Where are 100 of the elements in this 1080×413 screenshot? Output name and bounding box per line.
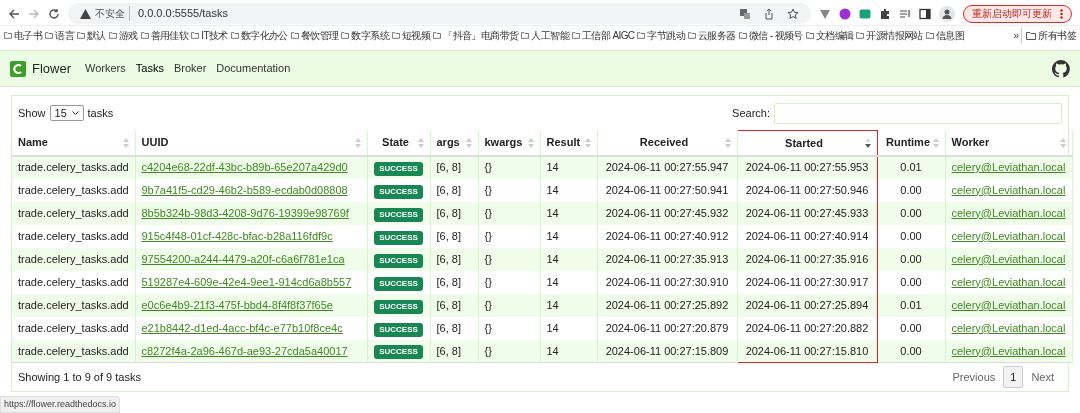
bookmark[interactable]: 云服务器: [688, 28, 736, 43]
table-cell: 2024-06-11 00:27:55.953: [745, 161, 869, 174]
table-link[interactable]: celery@Leviathan.local: [951, 298, 1066, 311]
folder-icon: [341, 32, 350, 39]
extension-icon[interactable]: [819, 7, 831, 20]
bookmark[interactable]: IT技术: [191, 28, 228, 43]
folder-icon: [433, 32, 442, 39]
previous-link[interactable]: Previous: [944, 368, 1004, 386]
url-text: 0.0.0.0:5555/tasks: [138, 6, 228, 22]
table-cell: 2024-06-11 00:27:55.947: [605, 161, 729, 174]
column-header[interactable]: args: [430, 130, 478, 156]
bookmark[interactable]: 微信 - 视频号: [738, 28, 803, 43]
table-cell: [6, 8]: [436, 206, 461, 219]
puzzle-icon[interactable]: [879, 7, 891, 20]
folder-icon: [521, 32, 530, 39]
back-icon[interactable]: [8, 7, 20, 20]
table-link[interactable]: celery@Leviathan.local: [951, 206, 1066, 219]
table-cell: 0.00: [900, 229, 922, 242]
nav-link[interactable]: Broker: [173, 60, 207, 77]
bookmark[interactable]: 开源情报网站: [856, 28, 923, 43]
bookmark[interactable]: 信息图: [925, 28, 964, 43]
state-badge: SUCCESS: [374, 276, 423, 291]
table-cell: 14: [546, 183, 559, 196]
column-header[interactable]: Runtime: [877, 130, 945, 156]
status-bar: https://flower.readthedocs.io: [0, 395, 121, 413]
star-icon[interactable]: [787, 7, 799, 20]
table-link[interactable]: celery@Leviathan.local: [951, 229, 1066, 242]
bookmark[interactable]: 字节跳动: [637, 28, 686, 43]
bookmark[interactable]: 善用佳软: [140, 28, 189, 43]
github-icon[interactable]: [1052, 59, 1070, 78]
nav-link[interactable]: Workers: [85, 60, 126, 77]
table-link[interactable]: 915c4f48-01cf-428c-bfac-b28a116fdf9c: [141, 229, 333, 242]
brand-name[interactable]: Flower: [32, 58, 71, 79]
bookmark[interactable]: 数字化办公: [230, 28, 288, 43]
table-cell: 0.01: [900, 161, 922, 174]
extension-icon[interactable]: [839, 7, 851, 20]
table-link[interactable]: celery@Leviathan.local: [951, 252, 1066, 265]
table-link[interactable]: celery@Leviathan.local: [951, 183, 1066, 196]
update-button[interactable]: 重新启动即可更新: [963, 4, 1072, 23]
table-link[interactable]: e0c6e4b9-21f3-475f-bbd4-8f4f8f37f65e: [141, 298, 333, 311]
folder-icon: [572, 32, 580, 39]
table-cell: {}: [484, 229, 492, 242]
bookmark[interactable]: 游戏: [108, 28, 138, 43]
column-header[interactable]: Worker: [945, 130, 1072, 156]
bookmark[interactable]: 所有书签: [1021, 28, 1076, 43]
page-size-select[interactable]: 15: [49, 105, 84, 121]
bookmark[interactable]: 电子书: [4, 28, 43, 43]
table-link[interactable]: 97554200-a244-4479-a20f-c6a6f781e1ca: [141, 252, 345, 265]
folder-icon: [392, 32, 400, 39]
bookmark[interactable]: 默认: [77, 28, 106, 43]
bookmark[interactable]: 工信部 AIGC: [572, 28, 635, 43]
extension-icon[interactable]: [859, 7, 871, 20]
table-link[interactable]: celery@Leviathan.local: [951, 344, 1066, 357]
share-icon[interactable]: [763, 7, 775, 20]
bookmark[interactable]: 语言: [45, 28, 74, 43]
state-badge: SUCCESS: [374, 253, 423, 268]
table-link[interactable]: c8272f4a-2a96-467d-ae93-27cda5a40017: [141, 344, 348, 357]
next-link[interactable]: Next: [1023, 368, 1062, 386]
table-link[interactable]: c4204e68-22df-43bc-b89b-65e207a429d0: [141, 161, 348, 174]
table-link[interactable]: celery@Leviathan.local: [951, 161, 1066, 174]
state-badge: SUCCESS: [374, 162, 423, 176]
table-link[interactable]: celery@Leviathan.local: [951, 321, 1066, 334]
table-cell: 2024-06-11 00:27:40.914: [745, 229, 869, 242]
bookmark[interactable]: 短视频: [392, 28, 431, 43]
column-header[interactable]: Started: [737, 130, 877, 156]
sidebar-icon[interactable]: [919, 7, 931, 20]
logo-icon: [10, 60, 26, 77]
address-bar[interactable]: 不安全 0.0.0.0:5555/tasks: [68, 3, 811, 24]
column-header[interactable]: kwargs: [478, 130, 540, 156]
table-link[interactable]: 519287e4-609e-42e4-9ee1-914cd6a8b557: [141, 275, 352, 288]
table-link[interactable]: 9b7a41f5-cd29-46b2-b589-ecdab0d08808: [141, 183, 348, 196]
table-cell: [6, 8]: [436, 298, 461, 311]
column-header[interactable]: Received: [597, 130, 737, 156]
folder-icon: [637, 32, 646, 39]
table-link[interactable]: celery@Leviathan.local: [951, 275, 1066, 288]
table-cell: 14: [546, 229, 559, 242]
profile-icon[interactable]: [939, 5, 955, 22]
column-header[interactable]: UUID: [135, 130, 367, 156]
table-cell: trade.celery_tasks.add: [18, 229, 129, 242]
bookmark[interactable]: 文档编辑: [805, 28, 854, 43]
page-button[interactable]: 1: [1003, 365, 1024, 389]
table-link[interactable]: e21b8442-d1ed-4acc-bf4c-e77b10f8ce4c: [141, 321, 343, 334]
nav-link[interactable]: Tasks: [135, 60, 164, 77]
table-cell: 2024-06-11 00:27:15.810: [745, 344, 869, 357]
reload-icon[interactable]: [48, 7, 60, 20]
bookmark[interactable]: 数字系统: [341, 28, 389, 43]
column-header[interactable]: State: [367, 130, 430, 156]
state-badge: SUCCESS: [374, 230, 423, 245]
nav-link[interactable]: Documentation: [216, 60, 291, 77]
more-bookmarks[interactable]: »: [1013, 28, 1019, 43]
search-field[interactable]: [774, 102, 1062, 124]
folder-icon: [45, 32, 54, 39]
bookmark[interactable]: 人工智能: [521, 28, 569, 43]
column-header[interactable]: Result: [540, 130, 597, 156]
table-link[interactable]: 8b5b324b-98d3-4208-9d76-19399e98769f: [141, 206, 349, 219]
column-header[interactable]: Name: [12, 130, 135, 156]
table-cell: {}: [484, 275, 492, 288]
bookmark[interactable]: 「抖音」电商带货: [433, 28, 519, 43]
bookmark[interactable]: 餐饮管理: [290, 28, 339, 43]
table-cell: 0.00: [900, 275, 922, 288]
